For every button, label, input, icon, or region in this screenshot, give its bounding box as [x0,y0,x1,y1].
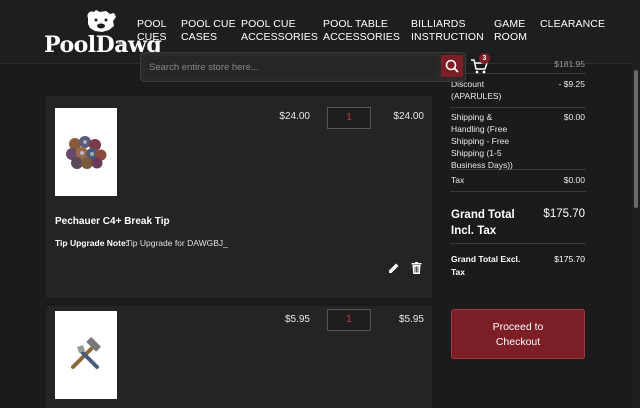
bulldog-icon [87,10,116,32]
grand-total-excl-value: $175.70 [554,254,585,264]
nav-pool-cues[interactable]: POOL CUES [137,18,167,44]
scrollbar-thumb[interactable] [634,70,638,208]
nav-pool-table-accessories[interactable]: POOL TABLE ACCESSORIES [323,18,400,44]
cart-item: $5.95 1 $5.95 [46,306,432,408]
shipping-value: $0.00 [563,112,585,122]
discount-value: - $9.25 [558,79,585,89]
nav-pool-cue-accessories[interactable]: POOL CUE ACCESSORIES [241,18,318,44]
item-subtotal: $24.00 [393,111,424,122]
item-price: $5.95 [284,314,310,325]
item-price: $24.00 [279,111,310,122]
product-image[interactable] [55,311,117,399]
item-subtotal: $5.95 [398,314,424,325]
search-button[interactable] [441,55,463,77]
search-bar [140,52,466,82]
pooldawg-logo[interactable]: PoolDawg ® [44,8,162,58]
logo-trademark: ® [118,41,123,47]
summary-row-shipping: Shipping & Handling (Free Shipping - Fre… [450,108,586,170]
break-tips-image [66,136,107,169]
nav-clearance[interactable]: CLEARANCE [540,18,605,31]
option-label: Tip Upgrade Note: [55,238,129,248]
proceed-to-checkout-button[interactable]: Proceed to Checkout [451,309,585,359]
cart-item: $24.00 1 $24.00 Pechauer C4+ Break Tip T… [46,96,432,298]
grand-total-incl-value: $175.70 [543,208,585,220]
summary-row-discount: Discount (APARULES) - $9.25 [450,74,586,108]
subtotal-value: $181.95 [554,59,585,69]
grand-total-incl-label: Grand Total Incl. Tax [451,209,515,237]
item-name[interactable]: Pechauer C4+ Break Tip [55,216,170,227]
cart-count-badge: 3 [479,53,490,64]
delete-icon[interactable] [411,262,422,274]
summary-row-tax: Tax $0.00 [450,170,586,192]
search-input[interactable] [145,56,437,78]
shipping-label: Shipping & Handling (Free Shipping - Fre… [451,112,513,170]
tax-value: $0.00 [563,175,585,185]
option-value: Tip Upgrade for DAWGBJ_ [126,238,228,248]
nav-game-room[interactable]: GAME ROOM [494,18,527,44]
nav-pool-cue-cases[interactable]: POOL CUE CASES [181,18,236,44]
grand-total-excl-label: Grand Total Excl. Tax [451,254,521,277]
tool-image [71,337,101,369]
search-icon [445,59,459,73]
product-image[interactable] [55,108,117,196]
tax-label: Tax [451,175,465,185]
nav-billiards-instruction[interactable]: BILLIARDS INSTRUCTION [411,18,484,44]
edit-icon[interactable] [388,262,400,274]
